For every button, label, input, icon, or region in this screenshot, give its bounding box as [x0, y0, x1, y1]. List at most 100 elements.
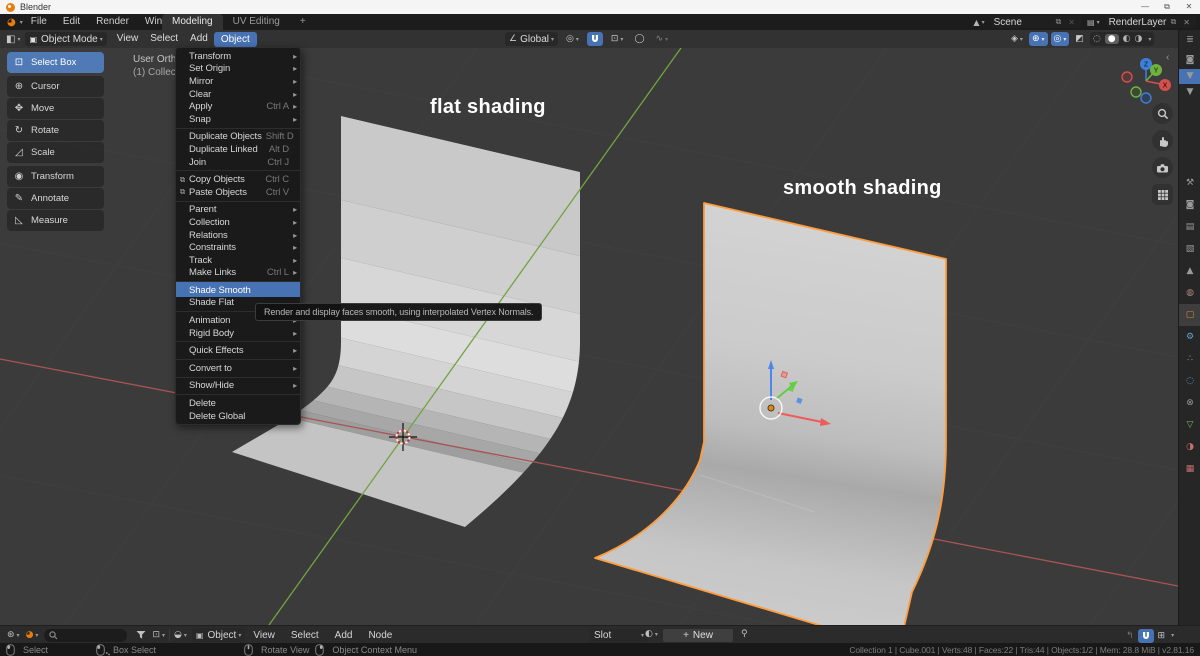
tool-button[interactable]: ◺ Measure [7, 210, 104, 231]
rendered-shading-icon[interactable]: ◑ [1134, 34, 1142, 44]
tool-button[interactable]: ✎ Annotate [7, 188, 104, 209]
view-layer-name[interactable]: RenderLayer [1109, 17, 1167, 28]
snap-toggle-button[interactable] [586, 32, 603, 46]
properties-tab[interactable]: ▽ [1179, 414, 1200, 436]
menu-item[interactable]: Show/Hide ▸ [176, 376, 300, 393]
node-editor-menu-item[interactable]: Select [283, 630, 327, 641]
menu-item[interactable]: Convert to ▸ [176, 359, 300, 375]
properties-tab[interactable]: ∴ [1179, 348, 1200, 370]
material-shading-icon[interactable]: ◐ [1123, 34, 1131, 44]
ortho-toggle-button[interactable] [1152, 184, 1173, 205]
viewport-menu-item[interactable]: Select [144, 30, 184, 48]
menu-item[interactable]: ⧉ Copy Objects Ctrl C [176, 170, 300, 186]
menubar-item[interactable]: File [23, 14, 55, 30]
properties-tab[interactable]: ◌ [1179, 370, 1200, 392]
node-snap-target-icon[interactable]: ⊞ [1158, 631, 1166, 641]
properties-tab[interactable]: ▤ [1179, 216, 1200, 238]
workspace-tab[interactable]: UV Editing [223, 14, 290, 30]
viewport-menu-item[interactable]: Object [213, 31, 257, 47]
restore-button[interactable]: ⧉ [1156, 2, 1178, 12]
properties-tab[interactable]: ◑ [1179, 436, 1200, 458]
viewport-menu-item[interactable]: View [111, 30, 145, 48]
node-editor-menu-item[interactable]: View [245, 630, 283, 641]
outliner-item[interactable]: ◙ [1179, 53, 1200, 68]
view-layer-selector-icon[interactable]: ▤ ▾ [1087, 18, 1100, 27]
tool-button[interactable]: ↻ Rotate [7, 120, 104, 141]
menu-item[interactable]: Constraints ▸ [176, 241, 300, 254]
blender-menu-icon[interactable]: ◕ [7, 17, 16, 28]
properties-tab[interactable]: ⚙ [1179, 326, 1200, 348]
shading-ball-icon[interactable]: ◒ [174, 630, 182, 640]
menu-item[interactable]: Duplicate Linked Alt D [176, 143, 300, 156]
gizmos-toggle-button[interactable]: ⊕ ▾ [1028, 32, 1048, 46]
material-selector-icon[interactable]: ◐ ▾ [645, 629, 658, 639]
menu-item[interactable]: Track ▸ [176, 254, 300, 267]
outliner-item[interactable]: ▼ [1179, 85, 1200, 100]
wireframe-shading-icon[interactable]: ◌ [1093, 34, 1101, 44]
properties-tab[interactable]: ▢ [1179, 304, 1200, 326]
menu-item[interactable]: Make Links Ctrl L ▸ [176, 267, 300, 280]
node-editor-menu-item[interactable]: Node [360, 630, 400, 641]
auto-attach-icon[interactable]: ↰ [1126, 631, 1134, 641]
scene-selector[interactable]: Scene ⧉ ✕ [990, 16, 1081, 28]
menu-item[interactable]: Duplicate Objects Shift D [176, 127, 300, 144]
proportional-editing-button[interactable]: ◯ [631, 32, 647, 46]
solid-shading-icon[interactable]: ● [1104, 34, 1119, 44]
tool-button[interactable]: ◉ Transform [7, 166, 104, 187]
workspace-tab[interactable]: + [290, 14, 316, 30]
unlink-scene-icon[interactable]: ✕ [1068, 18, 1075, 27]
pin-icon[interactable]: ⚲ [741, 629, 748, 639]
new-material-button[interactable]: + New [663, 628, 733, 642]
tool-button[interactable]: ◿ Scale [7, 142, 104, 163]
properties-tab[interactable]: ◙ [1179, 194, 1200, 216]
node-editor-menu-item[interactable]: Add [327, 630, 361, 641]
scene-selector-icon[interactable]: ▲ ▾ [973, 18, 984, 27]
search-input[interactable] [61, 629, 121, 641]
properties-tab[interactable]: ⚒ [1179, 172, 1200, 194]
pivot-point-button[interactable]: ◎ ▾ [563, 32, 582, 46]
editor-type-icon[interactable]: ◧ [6, 34, 15, 45]
new-scene-icon[interactable]: ⧉ [1056, 17, 1062, 27]
display-options-icon[interactable]: ⊡ [152, 630, 160, 640]
menubar-item[interactable]: Edit [55, 14, 88, 30]
overlays-toggle-button[interactable]: ◎ ▾ [1050, 32, 1070, 46]
menu-item[interactable]: Delete Global [176, 410, 300, 423]
menu-item[interactable]: Rigid Body ▸ [176, 327, 300, 340]
search-field[interactable] [44, 628, 128, 642]
zoom-button[interactable] [1152, 103, 1173, 124]
menu-item[interactable]: Join Ctrl J [176, 156, 300, 169]
transform-orientation[interactable]: ∠ Global ▾ [505, 32, 558, 46]
viewport-menu-item[interactable]: Add [184, 30, 214, 48]
menu-item[interactable]: Transform ▸ [176, 50, 300, 63]
tool-button[interactable]: ⊡ Select Box [7, 52, 104, 73]
workspace-tab[interactable]: Modeling [162, 14, 223, 30]
scene-name[interactable]: Scene [994, 17, 1052, 28]
snap-target-button[interactable]: ⊡ ▾ [608, 32, 627, 46]
object-visibility-button[interactable]: ◈ ▾ [1008, 32, 1026, 46]
outliner-item[interactable]: ▼ [1179, 69, 1200, 84]
menu-item[interactable]: Parent ▸ [176, 200, 300, 217]
menu-item[interactable]: Mirror ▸ [176, 75, 300, 88]
sidebar-collapse-arrow[interactable]: ‹ [1166, 52, 1169, 63]
editor-type-icon-node[interactable]: ⊛ [7, 630, 15, 640]
menu-item[interactable]: Clear ▸ [176, 88, 300, 101]
tool-button[interactable]: ✥ Move [7, 98, 104, 119]
menubar-item[interactable]: Render [88, 14, 137, 30]
new-view-layer-icon[interactable]: ⧉ [1171, 17, 1177, 27]
blender-data-icon[interactable]: ◕ [26, 630, 34, 640]
mode-selector[interactable]: ▣ Object Mode ▾ [25, 32, 107, 46]
menu-item[interactable]: Quick Effects ▸ [176, 341, 300, 357]
filter-icon[interactable] [136, 630, 146, 640]
menu-item[interactable]: Snap ▸ [176, 113, 300, 126]
falloff-button[interactable]: ∿ ▾ [653, 32, 672, 46]
menu-item[interactable]: Relations ▸ [176, 229, 300, 242]
shader-type-selector[interactable]: ▣ Object ▾ [191, 628, 246, 642]
menu-item[interactable]: Shade Smooth [176, 281, 300, 297]
outliner-editor-icon[interactable]: ≣ [1179, 35, 1200, 45]
view-layer-selector[interactable]: RenderLayer ⧉ ✕ [1105, 16, 1196, 28]
menu-item[interactable]: Set Origin ▸ [176, 63, 300, 76]
camera-view-button[interactable] [1152, 157, 1173, 178]
minimize-button[interactable]: — [1134, 2, 1156, 12]
properties-tab[interactable]: ▧ [1179, 238, 1200, 260]
properties-tab[interactable]: ▲ [1179, 260, 1200, 282]
